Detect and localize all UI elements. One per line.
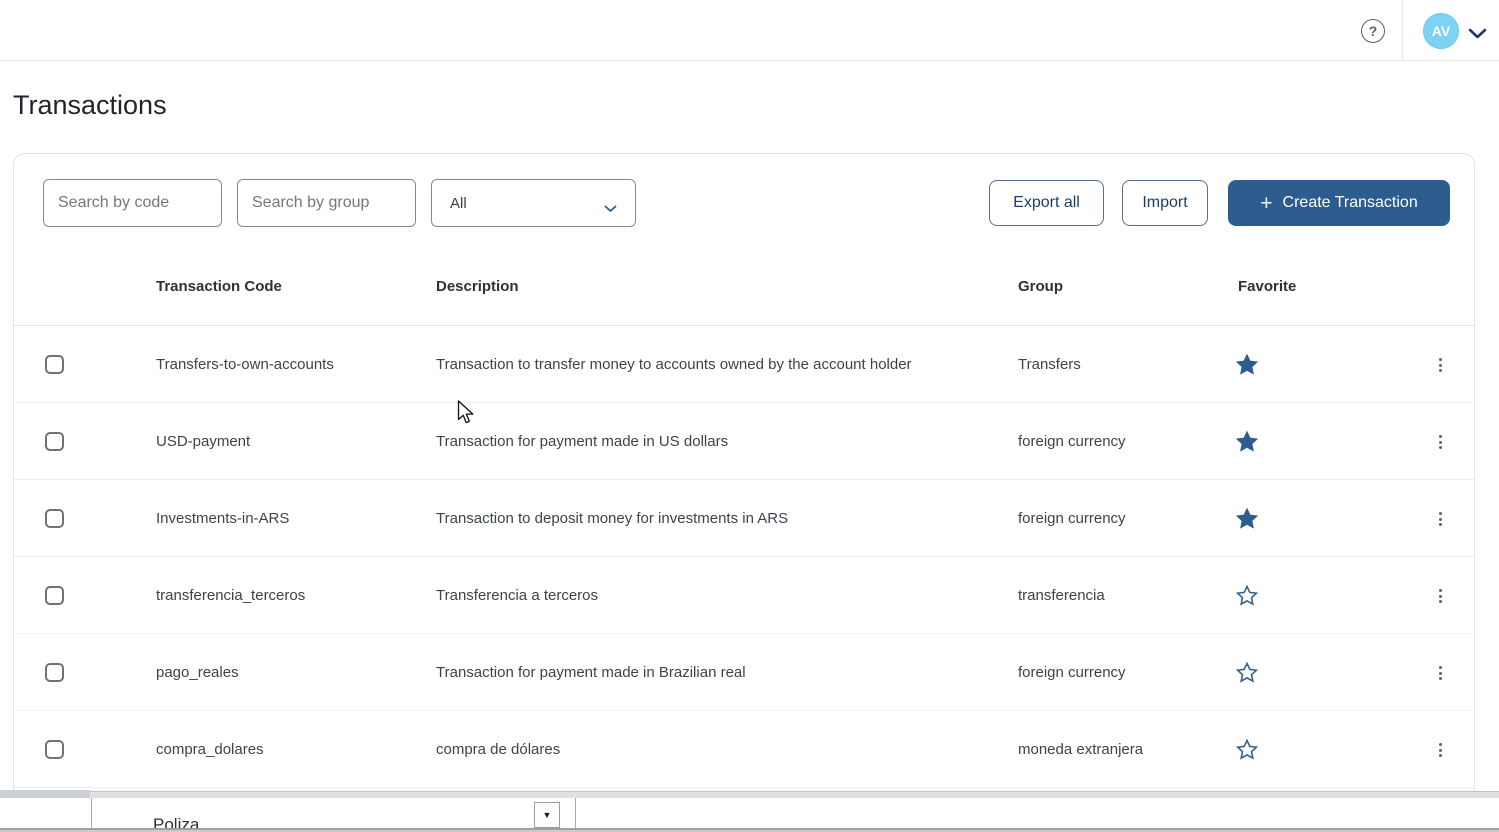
description-cell: Transaction for payment made in Brazilia…	[436, 634, 746, 711]
favorite-star-icon[interactable]	[1235, 661, 1259, 685]
column-header-favorite: Favorite	[1238, 278, 1296, 295]
group-cell: Transfers	[1018, 326, 1081, 403]
transaction-code-cell: Transfers-to-own-accounts	[156, 326, 334, 403]
table-row: Investments-in-ARS Transaction to deposi…	[14, 480, 1474, 557]
group-cell: moneda extranjera	[1018, 711, 1143, 788]
chevron-down-icon	[604, 200, 617, 217]
bottom-combobox[interactable]: Poliza ▼	[91, 798, 576, 832]
group-filter-value: All	[450, 195, 467, 212]
favorite-star-icon[interactable]	[1235, 430, 1259, 454]
favorite-star-icon[interactable]	[1235, 507, 1259, 531]
column-header-description: Description	[436, 278, 519, 295]
description-cell: Transaction to deposit money for investm…	[436, 480, 788, 557]
group-cell: transferencia	[1018, 557, 1105, 634]
transactions-card: All Export all Import + Create Transacti…	[13, 153, 1475, 792]
page-title: Transactions	[13, 90, 167, 121]
transaction-code-cell: Investments-in-ARS	[156, 480, 289, 557]
description-cell: Transaction for payment made in US dolla…	[436, 403, 728, 480]
table-row: USD-payment Transaction for payment made…	[14, 403, 1474, 480]
dropdown-arrow-button[interactable]: ▼	[534, 802, 560, 828]
bottom-separator-band-left	[0, 790, 90, 798]
table-row: compra_dolares compra de dólares moneda …	[14, 711, 1474, 788]
transaction-code-cell: transferencia_terceros	[156, 557, 305, 634]
import-button[interactable]: Import	[1122, 180, 1208, 226]
description-cell: compra de dólares	[436, 711, 560, 788]
bottom-separator-band	[0, 791, 1499, 798]
row-checkbox[interactable]	[45, 509, 64, 528]
favorite-star-icon[interactable]	[1235, 738, 1259, 762]
avatar[interactable]: AV	[1423, 13, 1459, 49]
transaction-code-cell: pago_reales	[156, 634, 239, 711]
row-menu-kebab-icon[interactable]	[1430, 660, 1450, 686]
group-cell: foreign currency	[1018, 480, 1126, 557]
row-menu-kebab-icon[interactable]	[1430, 352, 1450, 378]
row-checkbox[interactable]	[45, 355, 64, 374]
bottom-overlay: Poliza ▼	[0, 798, 1499, 832]
description-cell: Transferencia a terceros	[436, 557, 598, 634]
row-menu-kebab-icon[interactable]	[1430, 583, 1450, 609]
row-menu-kebab-icon[interactable]	[1430, 737, 1450, 763]
create-transaction-button[interactable]: + Create Transaction	[1228, 180, 1450, 226]
row-menu-kebab-icon[interactable]	[1430, 429, 1450, 455]
group-filter-select[interactable]: All	[431, 179, 636, 227]
favorite-star-icon[interactable]	[1235, 584, 1259, 608]
column-header-group: Group	[1018, 278, 1063, 295]
group-cell: foreign currency	[1018, 403, 1126, 480]
column-header-code: Transaction Code	[156, 278, 282, 295]
top-bar: ? AV	[0, 0, 1499, 61]
row-checkbox[interactable]	[45, 663, 64, 682]
create-transaction-label: Create Transaction	[1283, 194, 1418, 212]
search-code-input[interactable]	[43, 179, 222, 227]
export-all-button[interactable]: Export all	[989, 180, 1104, 226]
help-icon[interactable]: ?	[1361, 19, 1385, 43]
topbar-divider	[1402, 0, 1403, 61]
table-row: Transfers-to-own-accounts Transaction to…	[14, 326, 1474, 403]
transaction-code-cell: USD-payment	[156, 403, 250, 480]
description-cell: Transaction to transfer money to account…	[436, 326, 912, 403]
row-checkbox[interactable]	[45, 586, 64, 605]
plus-icon: +	[1260, 193, 1272, 214]
chevron-down-icon[interactable]	[1468, 26, 1487, 44]
transaction-code-cell: compra_dolares	[156, 711, 264, 788]
table-header-row: Transaction Code Description Group Favor…	[14, 254, 1474, 326]
favorite-star-icon[interactable]	[1235, 353, 1259, 377]
row-checkbox[interactable]	[45, 432, 64, 451]
table-row: transferencia_terceros Transferencia a t…	[14, 557, 1474, 634]
search-group-input[interactable]	[237, 179, 416, 227]
row-checkbox[interactable]	[45, 740, 64, 759]
group-cell: foreign currency	[1018, 634, 1126, 711]
row-menu-kebab-icon[interactable]	[1430, 506, 1450, 532]
table-row: pago_reales Transaction for payment made…	[14, 634, 1474, 711]
